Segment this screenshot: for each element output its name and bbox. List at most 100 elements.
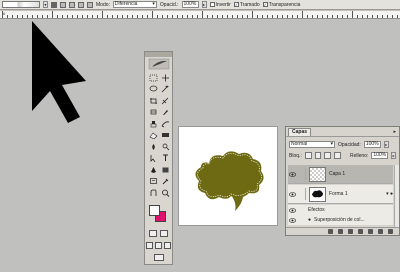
ruler-tick: [272, 15, 273, 18]
layer-row-forma-1[interactable]: Forma 1 ▾ ●: [288, 185, 393, 204]
ruler-tick: [282, 15, 283, 18]
magic-wand-tool-icon[interactable]: [160, 85, 170, 94]
ruler-tick: [397, 15, 398, 18]
lock-transparent-icon[interactable]: [304, 152, 312, 159]
pen-tool-icon[interactable]: [148, 165, 158, 174]
jump-to-imageready-button[interactable]: [154, 254, 164, 261]
lock-position-icon[interactable]: [324, 152, 332, 159]
tools-panel-titlebar[interactable]: [145, 52, 172, 57]
screen-mode-full-button[interactable]: [164, 242, 171, 249]
dither-checkbox[interactable]: ✓: [233, 2, 239, 7]
eyedropper-tool-icon[interactable]: [160, 177, 170, 186]
blend-mode-select[interactable]: Normal ▾: [289, 141, 335, 148]
fill-slider-toggle[interactable]: ▸: [391, 152, 397, 159]
blur-tool-icon[interactable]: [148, 142, 158, 151]
ruler-tick: [247, 15, 248, 18]
ruler-tick: [357, 15, 358, 18]
add-mask-icon[interactable]: [348, 229, 353, 234]
lock-all-icon[interactable]: [334, 152, 341, 159]
trash-icon[interactable]: [388, 229, 393, 234]
layers-panel-titlebar[interactable]: Capas: [286, 127, 399, 137]
clone-stamp-tool-icon[interactable]: [148, 119, 158, 128]
opacity-slider-toggle[interactable]: ▸: [201, 1, 207, 8]
standard-mode-button[interactable]: [149, 230, 157, 237]
eye-icon[interactable]: [288, 216, 296, 224]
brush-tool-icon[interactable]: [160, 108, 170, 117]
ruler-tick: [172, 15, 173, 18]
dodge-tool-icon[interactable]: [160, 142, 170, 151]
notes-tool-icon[interactable]: [148, 177, 158, 186]
opacity-label: Opacidad:: [338, 141, 361, 148]
crop-tool-icon[interactable]: [148, 96, 158, 105]
tab-layers[interactable]: Capas: [288, 128, 312, 136]
photoshop-feather-icon[interactable]: [148, 58, 170, 70]
transparency-checkbox[interactable]: ✓: [262, 2, 268, 7]
ruler-tick: [52, 11, 53, 18]
type-tool-icon[interactable]: [160, 154, 170, 163]
document-canvas[interactable]: [178, 126, 278, 226]
new-group-icon[interactable]: [358, 229, 363, 234]
new-layer-icon[interactable]: [378, 229, 383, 234]
tool-row: [148, 85, 170, 94]
path-selection-tool-icon[interactable]: [148, 154, 158, 163]
diamond-gradient-button[interactable]: [87, 1, 93, 8]
gradient-tool-icon[interactable]: [160, 131, 170, 140]
eraser-tool-icon[interactable]: [148, 131, 158, 140]
shape-tool-icon[interactable]: [160, 165, 170, 174]
layer-row-capa-1[interactable]: Capa 1: [288, 165, 393, 184]
eye-icon[interactable]: [288, 206, 296, 214]
shape-thumbnail: [309, 186, 326, 202]
layer-opacity-value: 100%: [365, 141, 379, 147]
fill-input[interactable]: 100%: [371, 152, 389, 159]
reflected-gradient-button[interactable]: [78, 1, 84, 8]
layer-name[interactable]: Forma 1: [329, 191, 348, 197]
lasso-tool-icon[interactable]: [148, 85, 158, 94]
link-icon[interactable]: [299, 188, 306, 200]
slice-tool-icon[interactable]: [160, 96, 170, 105]
link-layers-icon[interactable]: [328, 229, 333, 234]
screen-mode-standard-button[interactable]: [146, 242, 153, 249]
gradient-dropdown[interactable]: ▾: [43, 1, 48, 8]
zoom-tool-icon[interactable]: [160, 188, 170, 197]
eye-icon[interactable]: [288, 170, 296, 178]
layer-name[interactable]: Capa 1: [329, 171, 345, 177]
screen-mode-menus-button[interactable]: [155, 242, 162, 249]
ruler-tick: [17, 15, 18, 18]
marquee-tool-icon[interactable]: [148, 73, 158, 82]
hand-tool-icon[interactable]: [148, 188, 158, 197]
ruler-tick: [232, 15, 233, 18]
opacity-slider-toggle[interactable]: ▸: [383, 141, 389, 148]
angle-gradient-button[interactable]: [69, 1, 75, 8]
layer-opacity-input[interactable]: 100%: [363, 141, 381, 148]
options-bar: ▾ Modo: Diferencia ▾ Opacid.: 100% ▸ Inve…: [0, 0, 400, 10]
dither-option[interactable]: ✓ Tramado: [233, 2, 260, 8]
lock-image-icon[interactable]: [314, 152, 322, 159]
brush-icon[interactable]: [299, 168, 306, 180]
healing-brush-tool-icon[interactable]: [148, 108, 158, 117]
radial-gradient-button[interactable]: [60, 1, 66, 8]
effects-row[interactable]: Efectos: [288, 205, 393, 215]
foreground-color-swatch[interactable]: [149, 205, 160, 216]
adjustment-layer-icon[interactable]: [368, 229, 373, 234]
panel-menu-icon[interactable]: ▸: [393, 129, 396, 135]
tool-row: [148, 142, 170, 151]
transparency-option[interactable]: ✓ Transparencia: [262, 2, 300, 8]
history-brush-tool-icon[interactable]: [160, 119, 170, 128]
invert-label: Invertir: [215, 1, 231, 8]
quick-mask-button[interactable]: [160, 230, 168, 237]
ruler-tick: [327, 15, 328, 18]
invert-option[interactable]: Invertir: [209, 1, 231, 8]
layers-scrollbar[interactable]: [394, 165, 399, 227]
add-style-icon[interactable]: [338, 229, 343, 234]
invert-checkbox[interactable]: [209, 2, 215, 7]
move-tool-icon[interactable]: [160, 73, 170, 82]
linear-gradient-button[interactable]: [51, 1, 57, 8]
eye-icon[interactable]: [288, 190, 296, 198]
ruler-tick: [267, 15, 268, 18]
effect-row[interactable]: ● Superposición de col...: [288, 215, 393, 225]
layer-effects-icon[interactable]: ▾ ●: [386, 191, 393, 197]
ruler-tick: [57, 15, 58, 18]
opacity-input[interactable]: 100%: [181, 1, 199, 8]
mode-select[interactable]: Diferencia ▾: [112, 1, 157, 8]
gradient-picker[interactable]: [2, 1, 40, 8]
